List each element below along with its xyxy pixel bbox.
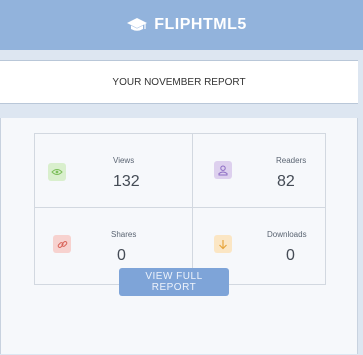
email-header: FLIPHTML5: [0, 0, 363, 50]
brand-name: FLIPHTML5: [154, 16, 247, 33]
stat-shares-value: 0: [117, 247, 126, 264]
stat-readers-label: Readers: [276, 156, 307, 165]
view-full-report-button[interactable]: VIEW FULL REPORT: [119, 268, 229, 296]
report-title: YOUR NOVEMBER REPORT: [112, 76, 246, 88]
stat-downloads-value: 0: [286, 247, 295, 264]
report-title-bar: YOUR NOVEMBER REPORT: [0, 60, 358, 104]
report-card: Views 132 Readers 82 Shares 0 Downloads …: [0, 118, 358, 354]
stat-downloads-label: Downloads: [267, 230, 307, 239]
graduation-cap-icon: [126, 17, 148, 33]
stat-shares-label: Shares: [111, 230, 137, 239]
stat-views-label: Views: [113, 156, 135, 165]
stat-views-value: 132: [113, 173, 140, 190]
brand-logo[interactable]: FLIPHTML5: [126, 16, 247, 34]
person-icon: [214, 161, 232, 179]
stat-views: Views 132: [35, 134, 192, 207]
stat-readers-value: 82: [277, 173, 295, 190]
eye-icon: [48, 163, 66, 181]
stats-grid: Views 132 Readers 82 Shares 0 Downloads …: [34, 133, 326, 285]
arrow-down-icon: [214, 235, 232, 253]
stat-readers: Readers 82: [193, 134, 325, 207]
link-icon: [53, 235, 71, 253]
